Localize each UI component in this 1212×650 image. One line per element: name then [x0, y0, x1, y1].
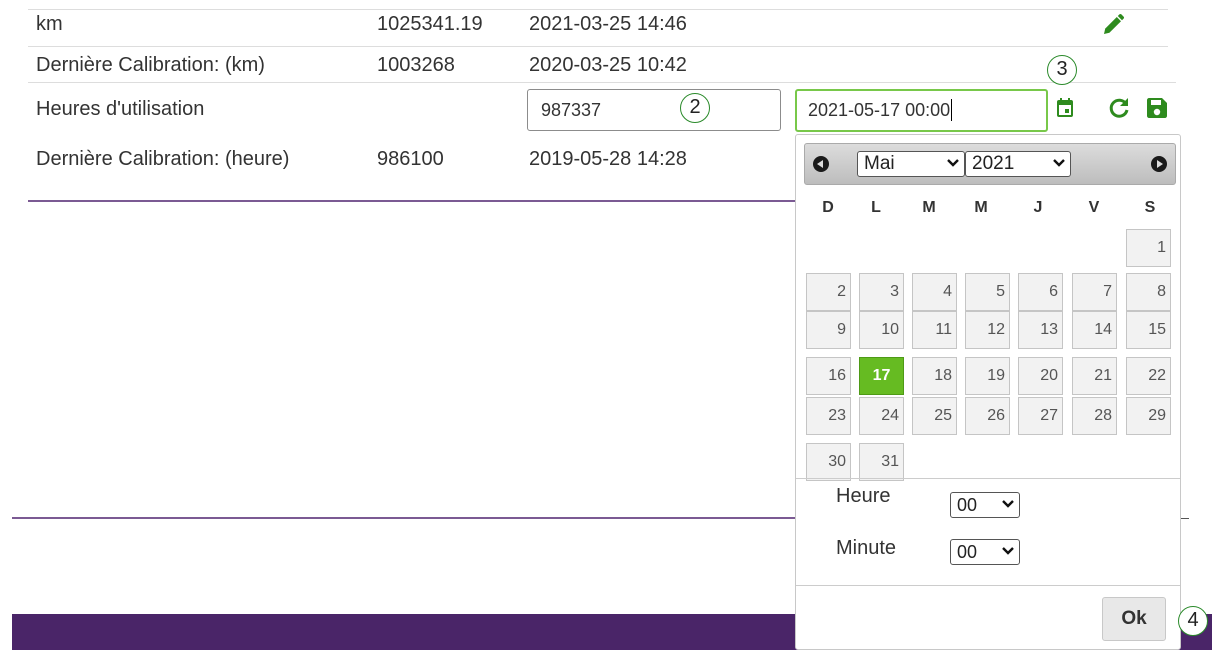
calendar-day[interactable]: 29: [1126, 397, 1171, 435]
hour-label: Heure: [836, 485, 891, 507]
calendar-day[interactable]: 23: [806, 397, 851, 435]
hour-select[interactable]: 00: [950, 492, 1020, 518]
calendar-day[interactable]: 8: [1126, 273, 1171, 311]
calendar-day[interactable]: 18: [912, 357, 957, 395]
calendar-day[interactable]: 1: [1126, 229, 1171, 267]
weekday-header: V: [1088, 199, 1100, 216]
usage-date-value: 2021-05-17 00:00: [808, 100, 951, 120]
calendar-day[interactable]: 31: [859, 443, 904, 481]
calendar-day[interactable]: 10: [859, 311, 904, 349]
row-divider: [28, 46, 1168, 47]
calendar-day[interactable]: 4: [912, 273, 957, 311]
calendar-day[interactable]: 22: [1126, 357, 1171, 395]
calendar-day[interactable]: 28: [1072, 397, 1117, 435]
calendar-day[interactable]: 30: [806, 443, 851, 481]
calendar-day[interactable]: 27: [1018, 397, 1063, 435]
section-divider: [28, 200, 796, 202]
row-value-last-calibration-hours: 986100: [377, 148, 444, 170]
chevron-down-icon: [1002, 500, 1014, 508]
calendar-day-selected[interactable]: 17: [859, 357, 904, 395]
calendar-day[interactable]: 5: [965, 273, 1010, 311]
month-select[interactable]: Mai: [857, 151, 965, 177]
calendar-day[interactable]: 26: [965, 397, 1010, 435]
section-divider: [1181, 518, 1189, 519]
datepicker-divider: [796, 585, 1180, 586]
previous-month-icon[interactable]: [813, 156, 829, 172]
year-select-value: 2021: [972, 153, 1015, 174]
row-label-usage-hours: Heures d'utilisation: [36, 98, 205, 120]
row-label-last-calibration-hours: Dernière Calibration: (heure): [36, 148, 290, 170]
hour-select-value: 00: [957, 495, 978, 515]
minute-select-value: 00: [957, 542, 978, 562]
calendar-day[interactable]: 11: [912, 311, 957, 349]
row-value-last-calibration-km: 1003268: [377, 54, 455, 76]
row-label-last-calibration-km: Dernière Calibration: (km): [36, 54, 265, 76]
chevron-down-icon: [1053, 159, 1065, 167]
section-divider: [12, 517, 796, 519]
row-date-km: 2021-03-25 14:46: [529, 13, 687, 35]
weekday-header: D: [822, 199, 834, 216]
row-divider: [28, 9, 1168, 10]
usage-date-input[interactable]: 2021-05-17 00:00: [795, 89, 1048, 132]
calendar-day[interactable]: 7: [1072, 273, 1117, 311]
chevron-down-icon: [947, 159, 959, 167]
ok-button[interactable]: Ok: [1102, 597, 1166, 641]
weekday-header: J: [1033, 199, 1043, 216]
usage-hours-input[interactable]: 987337: [527, 89, 781, 131]
chevron-down-icon: [1002, 547, 1014, 555]
calendar-day[interactable]: 19: [965, 357, 1010, 395]
month-select-value: Mai: [864, 153, 895, 174]
floppy-disk-icon[interactable]: [1146, 97, 1168, 119]
row-label-km: km: [36, 13, 63, 35]
text-caret: [951, 99, 953, 121]
year-select[interactable]: 2021: [965, 151, 1071, 177]
calendar-day[interactable]: 25: [912, 397, 957, 435]
row-value-km: 1025341.19: [377, 13, 483, 35]
calendar-day[interactable]: 13: [1018, 311, 1063, 349]
weekday-header: L: [871, 199, 881, 216]
row-date-last-calibration-hours: 2019-05-28 14:28: [529, 148, 687, 170]
calendar-day[interactable]: 12: [965, 311, 1010, 349]
datepicker-header: Mai 2021: [804, 143, 1176, 185]
calendar-day[interactable]: 14: [1072, 311, 1117, 349]
calendar-icon[interactable]: [1056, 98, 1074, 118]
calendar-day[interactable]: 3: [859, 273, 904, 311]
calendar-day[interactable]: 20: [1018, 357, 1063, 395]
next-month-icon[interactable]: [1151, 156, 1167, 172]
calendar-day[interactable]: 24: [859, 397, 904, 435]
pencil-icon[interactable]: [1101, 13, 1125, 37]
weekday-header: M: [974, 199, 988, 216]
row-divider: [28, 82, 1176, 83]
minute-label: Minute: [836, 537, 897, 559]
calendar-day[interactable]: 16: [806, 357, 851, 395]
row-date-last-calibration-km: 2020-03-25 10:42: [529, 54, 687, 76]
datepicker-divider: [796, 478, 1180, 479]
callout-badge: 2: [680, 93, 710, 123]
calendar-day[interactable]: 15: [1126, 311, 1171, 349]
datepicker-popup: Mai 2021 D L M M J V S 1 2 3 4 5 6 7 8 9…: [795, 134, 1181, 650]
minute-select[interactable]: 00: [950, 539, 1020, 565]
calendar-day[interactable]: 21: [1072, 357, 1117, 395]
refresh-icon[interactable]: [1107, 96, 1131, 120]
weekday-header: S: [1144, 199, 1156, 216]
callout-badge: 4: [1178, 606, 1208, 636]
usage-hours-value: 987337: [541, 100, 602, 120]
calendar-day[interactable]: 6: [1018, 273, 1063, 311]
callout-badge: 3: [1047, 55, 1077, 85]
weekday-header: M: [922, 199, 936, 216]
calendar-day[interactable]: 2: [806, 273, 851, 311]
calendar-day[interactable]: 9: [806, 311, 851, 349]
